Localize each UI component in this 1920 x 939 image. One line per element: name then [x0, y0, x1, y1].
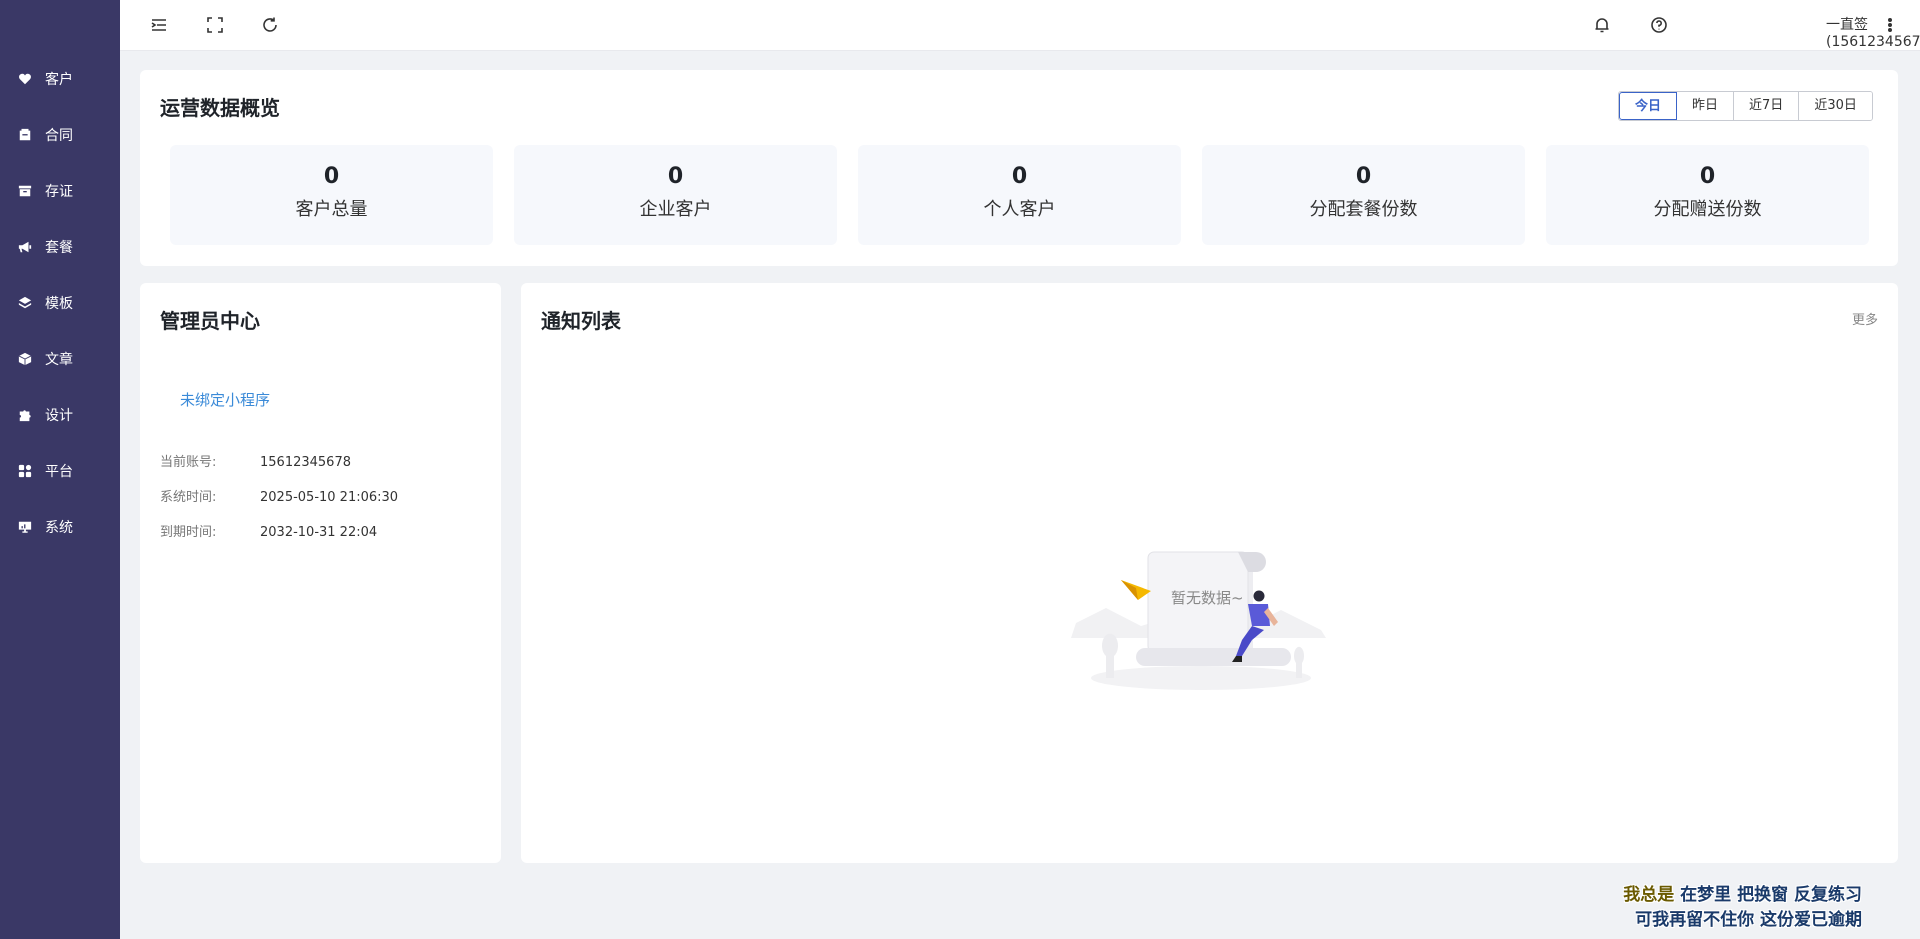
- stat-value: 0: [667, 164, 684, 189]
- sidebar-item-label: 客户: [45, 72, 73, 88]
- bell-icon[interactable]: [1593, 16, 1611, 34]
- user-menu[interactable]: 一直签(15612345678): [1826, 14, 1920, 50]
- info-label: 系统时间:: [160, 490, 217, 505]
- sidebar-item-label: 系统: [45, 520, 73, 536]
- info-value: 2032-10-31 22:04: [260, 525, 378, 540]
- help-icon[interactable]: [1650, 16, 1668, 34]
- info-value: 2025-05-10 21:06:30: [260, 490, 399, 505]
- sidebar-item-label: 合同: [45, 128, 73, 144]
- fullscreen-icon[interactable]: [206, 16, 224, 34]
- sidebar-item-platform[interactable]: 平台: [0, 443, 120, 499]
- sidebar-item-design[interactable]: 设计: [0, 387, 120, 443]
- range-yesterday-button[interactable]: 昨日: [1677, 92, 1735, 120]
- megaphone-icon: [18, 241, 32, 253]
- sidebar-item-label: 模板: [45, 296, 73, 312]
- stat-value: 0: [1011, 164, 1028, 189]
- stat-value: 0: [1355, 164, 1372, 189]
- contract-icon: [19, 128, 31, 141]
- empty-state-illustration: [1071, 551, 1326, 690]
- empty-state-text: 暂无数据~: [1171, 589, 1244, 607]
- stat-label: 企业客户: [639, 199, 712, 220]
- layers-icon: [18, 296, 32, 309]
- info-row-system-time: 系统时间: 2025-05-10 21:06:30: [160, 486, 398, 505]
- monitor-icon: [18, 521, 32, 533]
- stat-allocated-packages: 0 分配套餐份数: [1202, 145, 1525, 245]
- range-today-button[interactable]: 今日: [1619, 92, 1678, 120]
- stat-label: 分配套餐份数: [1309, 199, 1418, 220]
- sidebar-item-label: 套餐: [45, 240, 73, 256]
- archive-icon: [18, 185, 32, 197]
- caption-line-1: 我总是 在梦里 把换窗 反复练习: [1623, 880, 1862, 905]
- info-value: 15612345678: [260, 455, 351, 470]
- info-label: 当前账号:: [160, 455, 217, 470]
- admin-center-card: 管理员中心 未绑定小程序 当前账号: 15612345678 系统时间: 2025-…: [140, 283, 501, 863]
- sidebar-item-system[interactable]: 系统: [0, 499, 120, 555]
- stat-label: 分配赠送份数: [1653, 199, 1762, 220]
- notice-list-card: 通知列表 更多 暂无数据~: [521, 283, 1898, 863]
- more-vertical-icon[interactable]: [1886, 16, 1894, 34]
- stat-value: 0: [1699, 164, 1716, 189]
- heart-icon: [19, 73, 31, 85]
- info-label: 到期时间:: [160, 525, 217, 540]
- refresh-icon[interactable]: [261, 16, 279, 34]
- bind-miniprogram-link[interactable]: 未绑定小程序: [180, 389, 270, 410]
- stat-personal-customers: 0 个人客户: [858, 145, 1181, 245]
- sidebar-item-packages[interactable]: 套餐: [0, 219, 120, 275]
- user-name: 一直签(15612345678): [1826, 17, 1920, 50]
- sidebar-item-articles[interactable]: 文章: [0, 331, 120, 387]
- sidebar-item-label: 设计: [45, 408, 73, 424]
- stat-label: 客户总量: [295, 199, 368, 220]
- sidebar-item-evidence[interactable]: 存证: [0, 163, 120, 219]
- caption-highlight: 我总是: [1623, 885, 1675, 905]
- caption-line-2: 可我再留不住你 这份爱已逾期: [1635, 905, 1862, 930]
- notice-list-title: 通知列表: [541, 309, 621, 333]
- sidebar-item-label: 文章: [45, 352, 73, 368]
- stat-label: 个人客户: [983, 199, 1056, 220]
- cube-icon: [18, 352, 32, 366]
- admin-center-title: 管理员中心: [160, 309, 260, 333]
- sidebar: 客户 合同 存证 套餐 模板 文章 设计 平台 系统: [0, 0, 120, 939]
- sidebar-item-templates[interactable]: 模板: [0, 275, 120, 331]
- sidebar-item-label: 平台: [45, 464, 73, 480]
- stat-enterprise-customers: 0 企业客户: [514, 145, 837, 245]
- sidebar-logo-area: [0, 0, 120, 51]
- date-range-selector: 今日 昨日 近7日 近30日: [1618, 91, 1873, 121]
- more-link[interactable]: 更多: [1852, 309, 1878, 328]
- range-30days-button[interactable]: 近30日: [1799, 92, 1872, 120]
- info-row-account: 当前账号: 15612345678: [160, 451, 351, 470]
- stat-value: 0: [323, 164, 340, 189]
- stat-total-customers: 0 客户总量: [170, 145, 493, 245]
- top-bar: 一直签(15612345678): [120, 0, 1920, 51]
- info-row-expiry-time: 到期时间: 2032-10-31 22:04: [160, 521, 377, 540]
- sidebar-item-label: 存证: [45, 184, 73, 200]
- caption-text: 可我再留不住你 这份爱已逾期: [1635, 910, 1862, 930]
- caption-text: 在梦里 把换窗 反复练习: [1680, 885, 1862, 905]
- sidebar-item-customers[interactable]: 客户: [0, 51, 120, 107]
- collapse-menu-icon[interactable]: [150, 16, 168, 34]
- range-7days-button[interactable]: 近7日: [1734, 92, 1800, 120]
- sidebar-item-contracts[interactable]: 合同: [0, 107, 120, 163]
- overview-card: 运营数据概览 今日 昨日 近7日 近30日 0 客户总量 0 企业客户 0 个人…: [140, 70, 1898, 266]
- puzzle-icon: [19, 410, 31, 422]
- overview-title: 运营数据概览: [160, 96, 280, 120]
- grid-icon: [18, 464, 32, 478]
- stat-allocated-gifts: 0 分配赠送份数: [1546, 145, 1869, 245]
